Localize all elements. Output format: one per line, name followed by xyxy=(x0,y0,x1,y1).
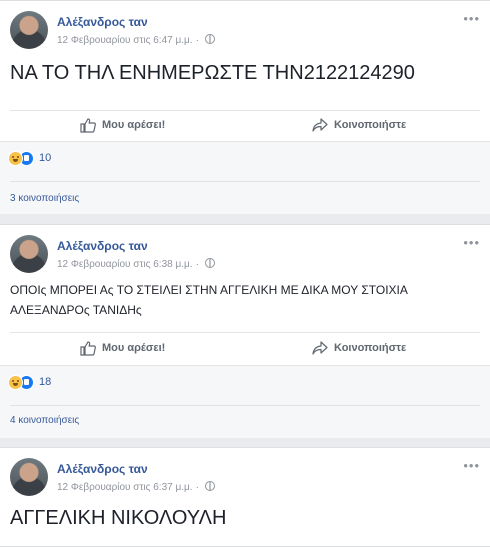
reaction-count[interactable]: 10 xyxy=(39,152,51,164)
social-summary: 18 4 κοινοποιήσεις xyxy=(0,365,490,438)
divider xyxy=(10,181,480,182)
like-button[interactable]: Μου αρέσει! xyxy=(80,111,165,139)
divider xyxy=(10,332,480,333)
social-summary: 10 3 κοινοποιήσεις xyxy=(0,141,490,214)
post-date[interactable]: 12 Φεβρουαρίου στις 6:37 μ.μ. xyxy=(57,482,193,493)
share-count[interactable]: 3 κοινοποιήσεις xyxy=(10,193,79,204)
post-header: Αλέξανδρος ταν 12 Φεβρουαρίου στις 6:37 … xyxy=(10,458,480,502)
globe-icon[interactable] xyxy=(204,481,215,491)
post-date[interactable]: 12 Φεβρουαρίου στις 6:38 μ.μ. xyxy=(57,259,193,270)
share-arrow-icon xyxy=(312,118,328,132)
like-thumb-icon xyxy=(80,117,96,133)
separator: · xyxy=(195,35,199,46)
more-options-icon[interactable]: ••• xyxy=(463,235,480,250)
avatar[interactable] xyxy=(10,235,48,273)
more-options-icon[interactable]: ••• xyxy=(463,458,480,473)
author-name[interactable]: Αλέξανδρος ταν xyxy=(57,462,148,476)
avatar[interactable] xyxy=(10,458,48,496)
globe-icon[interactable] xyxy=(204,258,215,268)
like-label: Μου αρέσει! xyxy=(102,342,166,354)
avatar[interactable] xyxy=(10,11,48,49)
author-name[interactable]: Αλέξανδρος ταν xyxy=(57,15,148,29)
reactions[interactable]: 10 xyxy=(8,150,51,166)
share-button[interactable]: Κοινοποιήστε xyxy=(312,111,406,139)
post-header: Αλέξανδρος ταν 12 Φεβρουαρίου στις 6:47 … xyxy=(10,11,480,55)
separator: · xyxy=(195,259,199,270)
share-button[interactable]: Κοινοποιήστε xyxy=(312,334,406,362)
reaction-count[interactable]: 18 xyxy=(39,376,51,388)
share-count[interactable]: 4 κοινοποιήσεις xyxy=(10,415,79,426)
haha-reaction-icon xyxy=(8,150,23,166)
reactions[interactable]: 18 xyxy=(8,374,51,390)
post-text: ΑΓΓΕΛΙΚΗ ΝΙΚΟΛΟΥΛΗ xyxy=(10,507,227,529)
post: Αλέξανδρος ταν 12 Φεβρουαρίου στις 6:37 … xyxy=(0,447,490,547)
post-actions: Μου αρέσει! Κοινοποιήστε xyxy=(0,334,490,362)
share-arrow-icon xyxy=(312,341,328,355)
like-button[interactable]: Μου αρέσει! xyxy=(80,334,165,362)
post-date[interactable]: 12 Φεβρουαρίου στις 6:47 μ.μ. xyxy=(57,35,193,46)
post-meta: 12 Φεβρουαρίου στις 6:38 μ.μ. · xyxy=(57,258,215,270)
like-thumb-icon xyxy=(80,340,96,356)
post-meta: 12 Φεβρουαρίου στις 6:47 μ.μ. · xyxy=(57,34,215,46)
post-header: Αλέξανδρος ταν 12 Φεβρουαρίου στις 6:38 … xyxy=(10,235,480,279)
globe-icon[interactable] xyxy=(204,34,215,44)
haha-reaction-icon xyxy=(8,374,23,390)
post: Αλέξανδρος ταν 12 Φεβρουαρίου στις 6:47 … xyxy=(0,0,490,214)
separator: · xyxy=(195,482,199,493)
post-meta: 12 Φεβρουαρίου στις 6:37 μ.μ. · xyxy=(57,481,215,493)
more-options-icon[interactable]: ••• xyxy=(463,11,480,26)
post-actions: Μου αρέσει! Κοινοποιήστε xyxy=(0,111,490,139)
divider xyxy=(10,405,480,406)
like-label: Μου αρέσει! xyxy=(102,119,166,131)
share-label: Κοινοποιήστε xyxy=(334,119,407,131)
post-text: ΟΠΟΙς ΜΠΟΡΕΙ Ας ΤΟ ΣΤΕΙΛΕΙ ΣΤΗΝ ΑΓΓΕΛΙΚΗ… xyxy=(10,283,408,317)
author-name[interactable]: Αλέξανδρος ταν xyxy=(57,239,148,253)
post: Αλέξανδρος ταν 12 Φεβρουαρίου στις 6:38 … xyxy=(0,224,490,438)
share-label: Κοινοποιήστε xyxy=(334,342,407,354)
post-text: ΝΑ ΤΟ ΤΗΛ ΕΝΗΜΕΡΩΣΤΕ ΤΗΝ2122124290 xyxy=(10,62,415,84)
